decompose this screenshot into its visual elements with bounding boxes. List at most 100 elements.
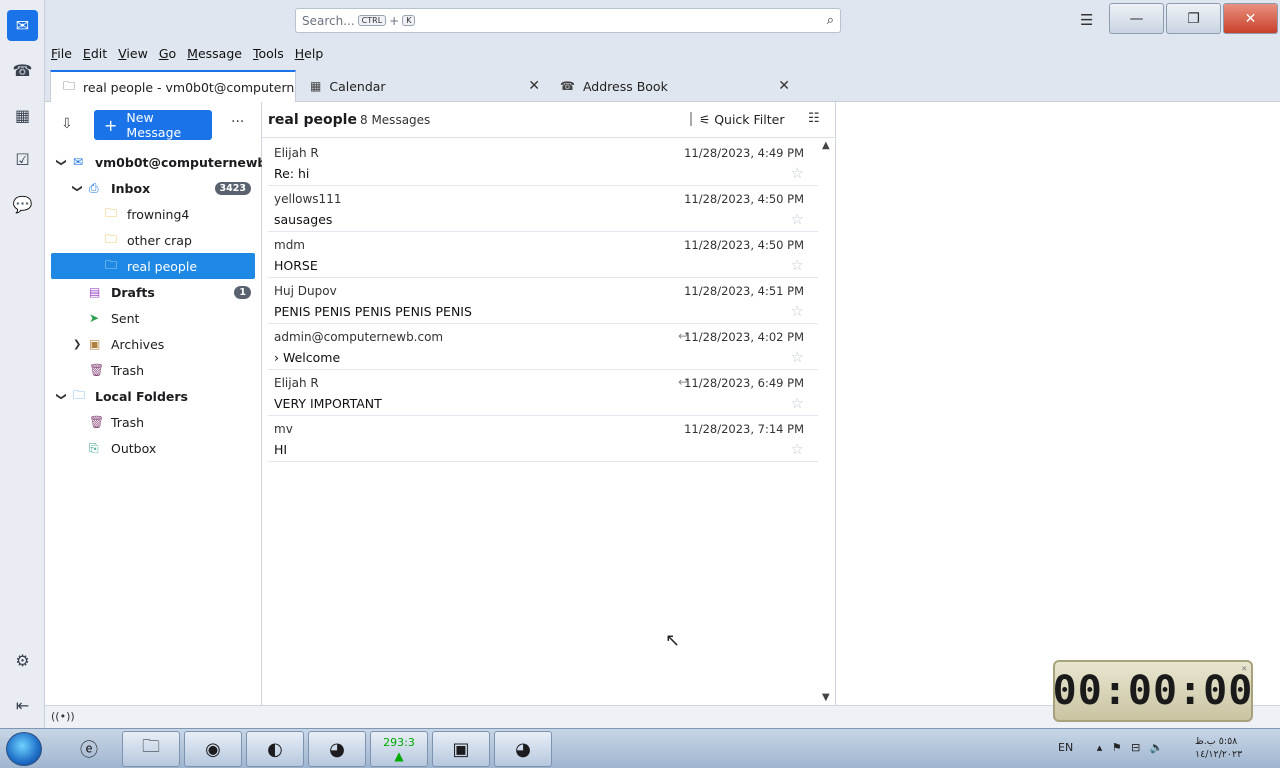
network-icon[interactable]: ⊟ — [1131, 741, 1140, 754]
folder-icon: 🗀 — [105, 205, 118, 220]
collapse-icon[interactable]: ⇤ — [7, 690, 38, 721]
unread-badge: 3423 — [214, 181, 251, 195]
control-panel-icon[interactable]: ▣ — [432, 731, 490, 767]
minimize-button[interactable]: — — [1109, 3, 1164, 34]
chevron-up-icon[interactable]: ▲ — [822, 140, 830, 151]
folder-icon[interactable]: 🗀 — [122, 731, 180, 767]
chat-icon[interactable]: 💬 — [7, 189, 38, 220]
clock[interactable]: ٥:٥٨ ب.ظ ١٤/١٢/٢٠٢٣ — [1195, 735, 1242, 761]
star-icon[interactable]: ☆ — [791, 164, 804, 182]
chevron-right-icon[interactable]: ❯ — [73, 339, 81, 350]
star-icon[interactable]: ☆ — [791, 256, 804, 274]
star-icon[interactable]: ☆ — [791, 440, 804, 458]
chevron-down-icon[interactable]: ❯ — [56, 158, 67, 166]
tab-real-people[interactable]: 🗀 real people - vm0b0t@computernewb.com — [50, 70, 296, 102]
chevron-right-icon[interactable]: › — [274, 350, 283, 365]
tab-bar: 🗀 real people - vm0b0t@computernewb.com … — [45, 64, 1280, 102]
menu-go[interactable]: Go — [159, 46, 176, 61]
star-icon[interactable]: ☆ — [791, 348, 804, 366]
message-row[interactable]: mdm 11/28/2023, 4:50 PM HORSE ☆ — [268, 232, 818, 278]
message-sender: admin@computernewb.com — [274, 330, 444, 344]
folder-account[interactable]: ❯ ✉ vm0b0t@computernewb... — [51, 149, 281, 175]
address-book-icon[interactable]: ☎ — [7, 55, 38, 86]
folder-trash[interactable]: 🗑 Trash — [51, 357, 255, 383]
scrollbar[interactable]: ▲ ▼ — [818, 138, 836, 705]
account-icon: ✉ — [73, 155, 84, 169]
folder-label: Trash — [111, 362, 145, 378]
clock-date: ١٤/١٢/٢٠٢٣ — [1195, 749, 1243, 760]
folder-local-folders[interactable]: ❯ 🗀 Local Folders — [51, 383, 255, 409]
message-row[interactable]: Huj Dupov 11/28/2023, 4:51 PM PENIS PENI… — [268, 278, 818, 324]
star-icon[interactable]: ☆ — [791, 210, 804, 228]
online-status-icon[interactable]: ((•)) — [51, 710, 75, 723]
volume-icon[interactable]: 🔈 — [1150, 741, 1164, 754]
folder-label: Local Folders — [95, 388, 188, 404]
star-icon[interactable]: ☆ — [791, 302, 804, 320]
menu-bar: File Edit View Go Message Tools Help — [45, 42, 1280, 64]
quick-filter-button[interactable]: ⚟ Quick Filter — [699, 112, 784, 127]
menu-tools[interactable]: Tools — [253, 46, 284, 61]
gear-icon[interactable]: ⚙ — [7, 645, 38, 676]
folder-sent[interactable]: ➤ Sent — [51, 305, 255, 331]
folder-label: Outbox — [111, 440, 157, 456]
folder-other-crap[interactable]: 🗀 other crap — [51, 227, 255, 253]
chrome-icon[interactable]: ◉ — [184, 731, 242, 767]
thunderbird-icon[interactable]: ◕ — [308, 731, 366, 767]
ie-icon[interactable]: ⓔ — [60, 731, 118, 767]
folder-inbox[interactable]: ❯ ⎙ Inbox 3423 — [51, 175, 255, 201]
trash-icon: 🗑 — [89, 415, 105, 429]
thunderbird-icon[interactable]: ◕ — [494, 731, 552, 767]
search-icon[interactable]: ⌕ — [827, 13, 834, 28]
mouse-cursor-icon: ↖ — [665, 630, 681, 651]
folder-pane: ⇩ + New Message ··· ❯ ✉ vm0b0t@computern… — [45, 102, 281, 705]
layout-options-icon[interactable]: ☷ — [808, 111, 820, 126]
tasks-icon[interactable]: ☑ — [7, 144, 38, 175]
menu-message[interactable]: Message — [187, 46, 242, 61]
folder-drafts[interactable]: ▤ Drafts 1 — [51, 279, 255, 305]
firefox-icon[interactable]: ◐ — [246, 731, 304, 767]
spaces-toolbar: ✉ ☎ ▦ ☑ 💬 ⚙ ⇤ — [0, 0, 45, 728]
get-messages-icon[interactable]: ⇩ — [61, 116, 73, 132]
folder-archives[interactable]: ❯ ▣ Archives — [51, 331, 255, 357]
app-menu-icon[interactable]: ☰ — [1080, 11, 1093, 29]
close-icon[interactable]: ✕ — [528, 78, 540, 94]
star-icon[interactable]: ☆ — [791, 394, 804, 412]
message-row[interactable]: mv 11/28/2023, 7:14 PM HI ☆ — [268, 416, 818, 462]
folder-frowning4[interactable]: 🗀 frowning4 — [51, 201, 255, 227]
chevron-up-icon[interactable]: ▴ — [1097, 741, 1103, 754]
search-input[interactable]: Search... CTRL + K ⌕ — [295, 8, 841, 33]
address-book-icon: ☎ — [560, 79, 575, 93]
folder-outbox[interactable]: ⎘ Outbox — [51, 435, 255, 461]
calendar-icon[interactable]: ▦ — [7, 100, 38, 131]
shortcut-plus: + — [389, 13, 400, 28]
close-icon[interactable]: ✕ — [778, 78, 790, 94]
menu-help[interactable]: Help — [295, 46, 324, 61]
more-menu-icon[interactable]: ··· — [231, 114, 244, 130]
language-indicator[interactable]: EN — [1058, 741, 1073, 754]
message-row[interactable]: Elijah R ↩ 11/28/2023, 6:49 PM VERY IMPO… — [268, 370, 818, 416]
start-button[interactable] — [6, 732, 42, 766]
close-button[interactable]: ✕ — [1223, 3, 1278, 34]
folder-local-trash[interactable]: 🗑 Trash — [51, 409, 255, 435]
chevron-down-icon[interactable]: ❯ — [56, 392, 67, 400]
message-row[interactable]: admin@computernewb.com ↩ 11/28/2023, 4:0… — [268, 324, 818, 370]
restore-button[interactable]: ❐ — [1166, 3, 1221, 34]
menu-file[interactable]: File — [51, 46, 72, 61]
menu-edit[interactable]: Edit — [83, 46, 107, 61]
tab-calendar[interactable]: ▦ Calendar ✕ — [298, 70, 546, 102]
thunderbird-window: ✉ ☎ ▦ ☑ 💬 ⚙ ⇤ Search... CTRL + K ⌕ ☰ — ❐… — [0, 0, 1280, 728]
message-row[interactable]: yellows111 11/28/2023, 4:50 PM sausages … — [268, 186, 818, 232]
action-center-icon[interactable]: ⚑ — [1112, 741, 1122, 754]
game-icon[interactable]: 293:3 ▲ — [370, 731, 428, 767]
chevron-down-icon[interactable]: ❯ — [72, 184, 83, 192]
tab-address-book[interactable]: ☎ Address Book ✕ — [548, 70, 796, 102]
menu-view[interactable]: View — [118, 46, 148, 61]
folder-real-people[interactable]: 🗀 real people — [51, 253, 255, 279]
local-folders-icon: 🗀 — [73, 387, 86, 402]
new-message-button[interactable]: + New Message — [94, 110, 212, 140]
message-subject: VERY IMPORTANT — [274, 396, 382, 411]
mail-icon[interactable]: ✉ — [7, 10, 38, 41]
message-row[interactable]: Elijah R 11/28/2023, 4:49 PM Re: hi ☆ — [268, 140, 818, 186]
chevron-down-icon[interactable]: ▼ — [822, 692, 830, 703]
close-icon[interactable]: ✕ — [1242, 664, 1247, 674]
